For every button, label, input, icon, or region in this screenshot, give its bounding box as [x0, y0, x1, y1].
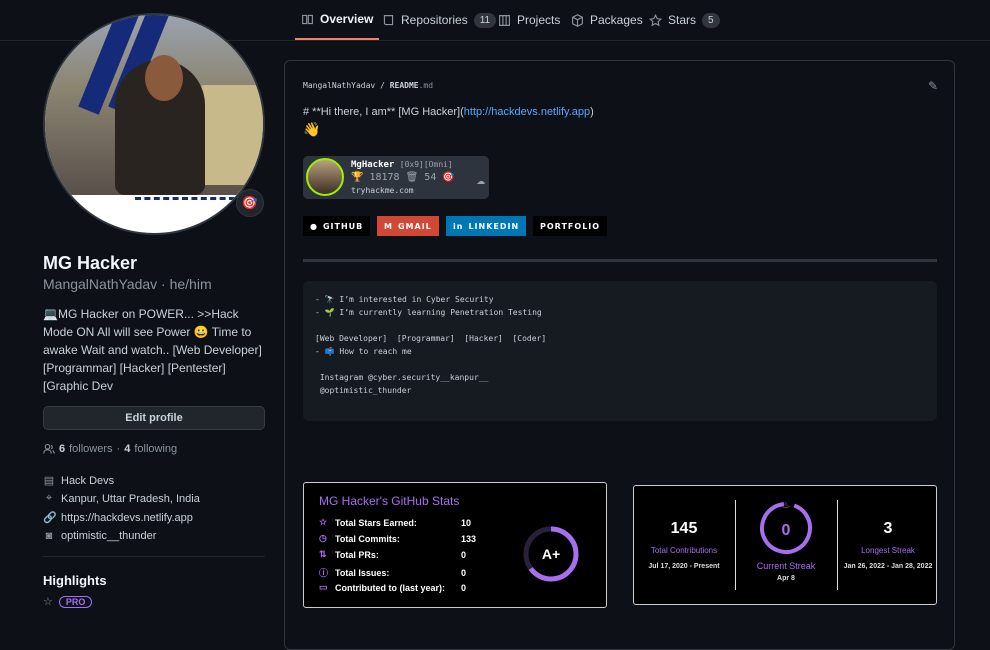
- portfolio-badge[interactable]: PORTFOLIO: [533, 216, 608, 236]
- profile-bio: 💻MG Hacker on POWER... >>Hack Mode ON Al…: [43, 307, 262, 393]
- company-label: Hack Devs: [61, 474, 115, 487]
- dot-separator: ·: [116, 443, 121, 455]
- rank-grade: A+: [542, 546, 560, 562]
- tab-label: Overview: [320, 12, 374, 26]
- github-stats-card: MG Hacker's GitHub Stats ☆ Total Stars Ea…: [303, 482, 607, 608]
- star-icon: ☆: [43, 596, 53, 608]
- instagram-icon: ◙: [45, 530, 53, 542]
- status-badge[interactable]: 🎯: [236, 189, 264, 217]
- readme-file[interactable]: README: [390, 81, 419, 90]
- avatar[interactable]: [43, 13, 265, 235]
- star-icon: [649, 13, 662, 26]
- clock-icon: ◷: [319, 533, 327, 543]
- readme-user[interactable]: MangalNathYadav: [303, 81, 375, 90]
- pro-highlight: ☆ PRO: [43, 595, 93, 608]
- readme-code-block: - 🔭 I’m interested in Cyber Security - 🌱…: [303, 281, 937, 421]
- gmail-icon: M: [384, 221, 393, 231]
- rank-ring: A+: [523, 526, 579, 582]
- following-count[interactable]: 4: [124, 443, 130, 455]
- wave-emoji: 👋: [303, 121, 321, 137]
- tryhackme-badge[interactable]: MgHacker [0x9][Omni] 🏆 18178 🗑 54 🎯 tryh…: [303, 156, 489, 199]
- streak-longest: 3 Longest Streak Jan 26, 2022 - Jan 28, …: [843, 520, 933, 570]
- profile-login: MangalNathYadav · he/him: [43, 276, 212, 292]
- tab-packages[interactable]: Packages: [565, 0, 649, 40]
- instagram-link[interactable]: optimistic__thunder: [61, 530, 156, 542]
- stats-row: ⓘ Total Issues: 0: [319, 567, 467, 579]
- location-icon: ⌖: [45, 492, 53, 504]
- profile-company: ▤ Hack Devs: [43, 474, 115, 488]
- profile-website: 🔗 https://hackdevs.netlify.app: [43, 511, 193, 525]
- follow-stats: 6 followers · 4 following: [43, 443, 177, 455]
- stats-title: MG Hacker's GitHub Stats: [319, 494, 460, 508]
- issue-icon: ⓘ: [319, 568, 329, 578]
- thm-stats: 🏆 18178 🗑 54 🎯: [351, 172, 455, 183]
- tab-label: Repositories: [401, 13, 468, 27]
- fire-icon: ♨: [782, 500, 791, 511]
- project-icon: [499, 14, 510, 26]
- tab-overview[interactable]: Overview: [295, 0, 380, 40]
- link-icon: 🔗: [43, 512, 57, 524]
- following-label[interactable]: following: [134, 443, 177, 455]
- website-link[interactable]: https://hackdevs.netlify.app: [61, 512, 193, 524]
- tab-count: 5: [702, 12, 720, 28]
- streak-current: 0 ♨ Current Streak Apr 8: [736, 486, 836, 604]
- thm-domain: tryhackme.com: [351, 186, 414, 195]
- profile-name: MG Hacker: [43, 253, 138, 273]
- gmail-badge[interactable]: M GMAIL: [377, 216, 439, 236]
- divider: [43, 556, 265, 557]
- profile-location: ⌖ Kanpur, Uttar Pradesh, India: [43, 492, 200, 505]
- followers-count[interactable]: 6: [59, 443, 65, 455]
- star-icon: ☆: [319, 517, 328, 527]
- readme-path: MangalNathYadav / README.md: [303, 81, 434, 90]
- tab-label: Stars: [668, 13, 697, 27]
- tab-repositories[interactable]: Repositories 11: [376, 0, 502, 40]
- repo-icon: ▭: [319, 582, 328, 592]
- stats-row: ◷ Total Commits: 133: [319, 533, 477, 544]
- cloud-icon: ☁: [476, 172, 485, 188]
- pro-badge[interactable]: PRO: [58, 595, 93, 608]
- edit-pencil-icon[interactable]: ✎: [928, 79, 938, 93]
- stats-row: ☆ Total Stars Earned: 10: [319, 517, 472, 528]
- github-icon: ●: [310, 221, 318, 231]
- streak-total: 145 Total Contributions Jul 17, 2020 - P…: [648, 520, 720, 570]
- linkedin-badge[interactable]: in LINKEDIN: [446, 216, 527, 236]
- highlights-title: Highlights: [43, 573, 107, 588]
- portfolio-link[interactable]: http://hackdevs.netlify.app: [464, 106, 590, 118]
- tab-label: Packages: [590, 13, 643, 27]
- book-icon: [302, 14, 313, 24]
- edit-profile-button[interactable]: Edit profile: [43, 406, 265, 430]
- location-label: Kanpur, Uttar Pradesh, India: [61, 492, 200, 505]
- package-icon: [572, 13, 583, 27]
- linkedin-icon: in: [453, 221, 464, 231]
- github-badge[interactable]: ● GITHUB: [303, 216, 371, 236]
- people-icon: [43, 443, 55, 454]
- organization-icon: ▤: [43, 475, 55, 487]
- svg-text:0: 0: [782, 522, 791, 539]
- readme-divider: [303, 259, 937, 262]
- readme-greeting: # **Hi there, I am** [MG Hacker](http://…: [303, 106, 594, 118]
- stats-row: ▭ Contributed to (last year): 0: [319, 582, 467, 593]
- tab-label: Projects: [517, 13, 561, 27]
- stats-row: ⇅ Total PRs: 0: [319, 549, 467, 560]
- fire-ring: 0 ♨: [760, 500, 812, 554]
- thm-user: MgHacker: [351, 160, 395, 170]
- tryhackme-avatar: [306, 158, 344, 196]
- tab-projects[interactable]: Projects: [492, 0, 566, 40]
- pr-icon: ⇅: [319, 549, 327, 559]
- tab-stars[interactable]: Stars 5: [643, 0, 726, 40]
- thm-tags: [0x9][Omni]: [399, 160, 453, 169]
- profile-instagram: ◙ optimistic__thunder: [43, 530, 157, 542]
- streak-card: 145 Total Contributions Jul 17, 2020 - P…: [633, 485, 937, 605]
- followers-label[interactable]: followers: [69, 443, 112, 455]
- readme-card: MangalNathYadav / README.md ✎ # **Hi the…: [284, 60, 955, 650]
- repo-icon: [383, 14, 394, 25]
